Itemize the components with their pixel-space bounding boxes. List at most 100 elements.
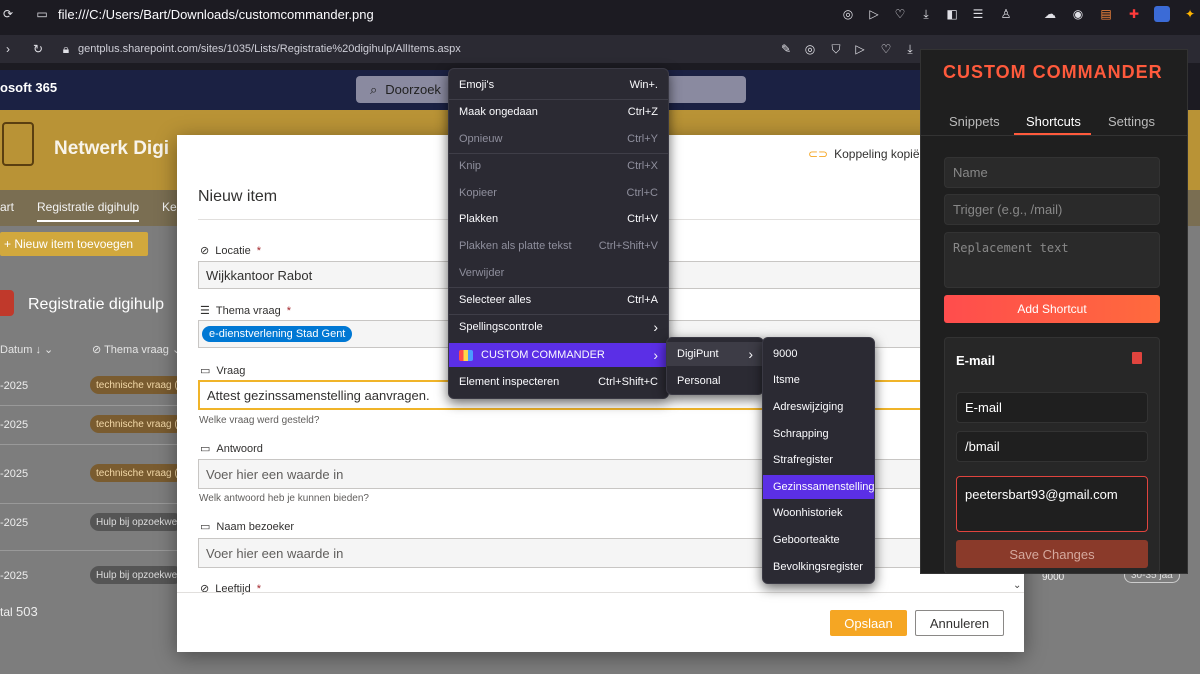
check-icon: ⊘ bbox=[92, 344, 105, 356]
replacement-textarea[interactable]: Replacement text bbox=[944, 232, 1160, 288]
reload-icon[interactable]: ⟳ bbox=[0, 6, 16, 22]
top-url[interactable]: file:///C:/Users/Bart/Downloads/customco… bbox=[58, 7, 374, 22]
context-menu: Emoji's Win+. Maak ongedaan Ctrl+Z Opnieuw… bbox=[448, 68, 669, 399]
column-date[interactable]: Datum ↓ ⌄ bbox=[0, 343, 53, 356]
add-shortcut-button[interactable]: Add Shortcut bbox=[944, 295, 1160, 323]
shortcut-replacement-field[interactable]: peetersbart93@gmail.com bbox=[956, 476, 1148, 532]
menu-item-cut: Knip Ctrl+X bbox=[449, 154, 668, 178]
row-tag: Hulp bij opzoekwe bbox=[90, 513, 184, 531]
camera-icon[interactable]: ◎ bbox=[840, 6, 856, 22]
snippet-item[interactable]: 9000 bbox=[763, 342, 874, 366]
tab-shortcuts[interactable]: Shortcuts bbox=[1026, 114, 1081, 129]
snippet-item[interactable]: Bevolkingsregister bbox=[763, 555, 874, 579]
row-tag: technische vraag ( bbox=[90, 376, 184, 394]
play-icon-2[interactable]: ▷ bbox=[852, 41, 868, 57]
extension-icon-3[interactable]: ✚ bbox=[1126, 6, 1142, 22]
menu-label: Emoji's bbox=[459, 79, 495, 91]
trash-icon[interactable] bbox=[1132, 352, 1142, 364]
menu-label: Verwijder bbox=[459, 267, 505, 279]
shortcut-trigger-field[interactable]: /bmail bbox=[956, 431, 1148, 462]
download-icon[interactable]: ⤓ bbox=[918, 6, 934, 22]
sidebar-icon[interactable]: ◧ bbox=[944, 6, 960, 22]
menu-label: Selecteer alles bbox=[459, 294, 532, 306]
user-icon[interactable]: ♙ bbox=[998, 6, 1014, 22]
url-field[interactable]: gentplus.sharepoint.com/sites/1035/Lists… bbox=[78, 43, 461, 55]
dialog-title: Nieuw item bbox=[198, 188, 278, 205]
menu-shortcut: Ctrl+X bbox=[627, 160, 658, 172]
menu-item-select-all[interactable]: Selecteer alles Ctrl+A bbox=[449, 288, 668, 312]
row-date: -2025 bbox=[0, 380, 29, 392]
custom-commander-ext-icon[interactable] bbox=[1154, 6, 1170, 22]
snippet-item[interactable]: Strafregister bbox=[763, 448, 874, 472]
download-icon-2[interactable]: ⤓ bbox=[902, 41, 918, 57]
menu-shortcut: Ctrl+V bbox=[627, 213, 658, 225]
tab-snippets[interactable]: Snippets bbox=[949, 114, 1000, 129]
snippet-item[interactable]: Adreswijziging bbox=[763, 395, 874, 419]
nav-item-registratie[interactable]: Registratie digihulp bbox=[37, 200, 140, 222]
copy-link-button[interactable]: ⊂⊃ Koppeling kopiëre bbox=[808, 147, 930, 161]
row-tag: technische vraag ( bbox=[90, 464, 184, 482]
nav-item-more[interactable]: Ke bbox=[162, 200, 177, 214]
snippet-item[interactable]: Schrapping bbox=[763, 422, 874, 446]
text-icon: ▭ bbox=[200, 365, 211, 377]
text-icon: ▭ bbox=[200, 521, 211, 533]
scroll-down-icon[interactable]: ⌄ bbox=[1013, 580, 1021, 591]
tab-divider bbox=[920, 135, 1188, 136]
cancel-button[interactable]: Annuleren bbox=[915, 610, 1004, 636]
play-icon[interactable]: ▷ bbox=[866, 6, 882, 22]
heart-icon-2[interactable]: ♡ bbox=[878, 41, 894, 57]
active-tab-indicator bbox=[1014, 133, 1091, 135]
shortcut-card-title: E-mail bbox=[956, 353, 996, 368]
choice-icon: ☰ bbox=[200, 305, 210, 317]
menu-item-undo[interactable]: Maak ongedaan Ctrl+Z bbox=[449, 100, 668, 124]
name-input[interactable]: Name bbox=[944, 157, 1160, 188]
heart-icon[interactable]: ♡ bbox=[892, 6, 908, 22]
submenu-item-personal[interactable]: Personal bbox=[667, 369, 763, 393]
menu-item-emoji[interactable]: Emoji's Win+. bbox=[449, 73, 668, 97]
snippet-item-selected[interactable]: Gezinssamenstelling bbox=[763, 475, 875, 499]
menu-icon[interactable]: ☰ bbox=[970, 6, 986, 22]
extension-icon-4[interactable]: ✦ bbox=[1182, 6, 1198, 22]
row-divider bbox=[0, 405, 180, 406]
search-placeholder: Doorzoek bbox=[385, 82, 441, 97]
menu-label: Element inspecteren bbox=[459, 376, 560, 388]
total-value: 503 bbox=[16, 604, 38, 619]
trigger-input[interactable]: Trigger (e.g., /mail) bbox=[944, 194, 1160, 225]
snippet-item[interactable]: Woonhistoriek bbox=[763, 501, 874, 525]
row-date: -2025 bbox=[0, 570, 29, 582]
tab-settings[interactable]: Settings bbox=[1108, 114, 1155, 129]
menu-shortcut: Ctrl+Shift+V bbox=[598, 240, 658, 252]
check-circle-icon: ⊘ bbox=[200, 583, 210, 595]
save-button[interactable]: Opslaan bbox=[830, 610, 907, 636]
shortcut-name-field[interactable]: E-mail bbox=[956, 392, 1148, 423]
new-item-button[interactable]: + Nieuw item toevoegen bbox=[0, 232, 148, 256]
menu-label: CUSTOM COMMANDER bbox=[481, 349, 605, 361]
thema-chip[interactable]: e-dienstverlening Stad Gent bbox=[202, 326, 353, 342]
extension-icon-2[interactable]: ▤ bbox=[1098, 6, 1114, 22]
submenu-item-digipunt[interactable]: DigiPunt › bbox=[667, 342, 763, 366]
menu-item-delete: Verwijder bbox=[449, 261, 668, 285]
save-changes-button[interactable]: Save Changes bbox=[956, 540, 1148, 568]
menu-item-custom-commander[interactable]: CUSTOM COMMANDER › bbox=[449, 343, 668, 367]
menu-item-spellcheck[interactable]: Spellingscontrole › bbox=[449, 315, 668, 339]
nav-item-home[interactable]: art bbox=[0, 200, 14, 214]
label-text: Antwoord bbox=[216, 442, 263, 455]
reload-page-icon[interactable]: ↻ bbox=[30, 41, 46, 57]
vraag-help: Welke vraag werd gesteld? bbox=[199, 415, 320, 426]
menu-item-inspect[interactable]: Element inspecteren Ctrl+Shift+C bbox=[449, 370, 668, 394]
menu-label: DigiPunt bbox=[677, 348, 719, 360]
screenshot-icon[interactable]: ◎ bbox=[802, 41, 818, 57]
extension-icon-1[interactable]: ◉ bbox=[1070, 6, 1086, 22]
column-theme[interactable]: ⊘ Thema vraag ⌄ bbox=[92, 343, 181, 356]
edit-icon[interactable]: ✎ bbox=[778, 41, 794, 57]
forward-icon[interactable]: › bbox=[0, 41, 16, 57]
shield-icon[interactable]: ⛉ bbox=[828, 41, 844, 57]
menu-shortcut: Ctrl+A bbox=[627, 294, 658, 306]
snippet-item[interactable]: Itsme bbox=[763, 368, 874, 392]
menu-item-redo: Opnieuw Ctrl+Y bbox=[449, 127, 668, 151]
menu-item-paste[interactable]: Plakken Ctrl+V bbox=[449, 207, 668, 231]
cloud-icon[interactable]: ☁ bbox=[1042, 6, 1058, 22]
required-mark: * bbox=[256, 244, 261, 257]
snippet-item[interactable]: Geboorteakte bbox=[763, 528, 874, 552]
field-label-thema: ☰ Thema vraag * bbox=[200, 304, 291, 318]
